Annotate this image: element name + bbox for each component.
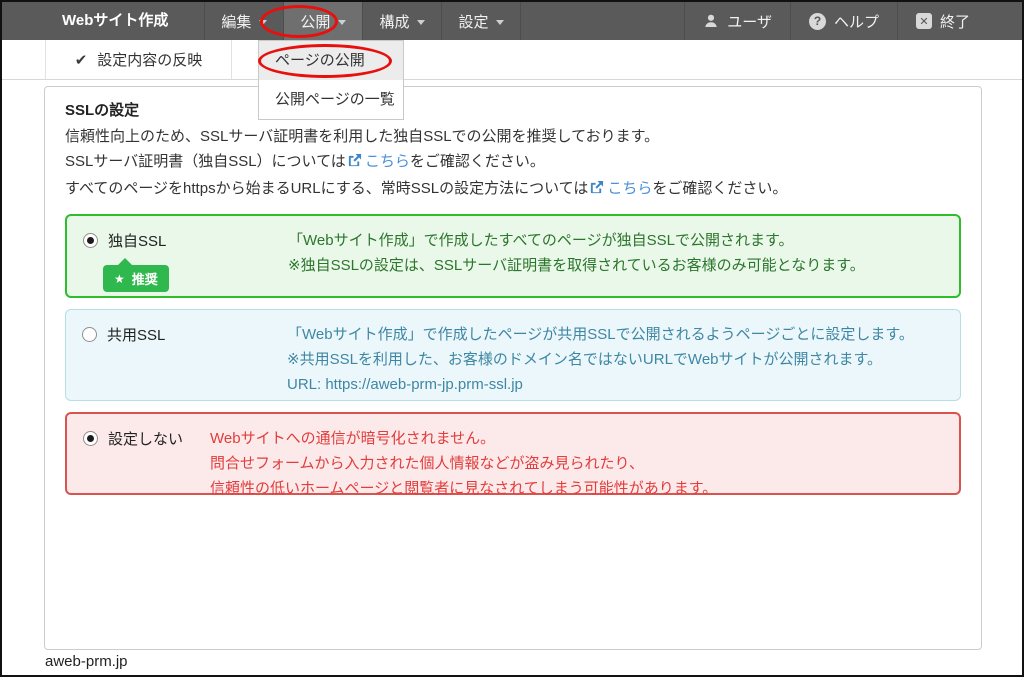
- footer-domain: aweb-prm.jp: [45, 653, 128, 670]
- option-no-ssl-label-col: 設定しない: [83, 426, 210, 481]
- intro-line-1: 信頼性向上のため、SSLサーバ証明書を利用した独自SSLでの公開を推奨しておりま…: [65, 124, 961, 149]
- intro-text: 信頼性向上のため、SSLサーバ証明書を利用した独自SSLでの公開を推奨しておりま…: [65, 124, 961, 203]
- star-icon: ★: [114, 272, 125, 286]
- apply-settings-label: 設定内容の反映: [97, 49, 202, 70]
- intro-line-3-post: をご確認ください。: [652, 180, 787, 197]
- intro-line-3: すべてのページをhttpsから始まるURLにする、常時SSLの設定方法については…: [65, 176, 961, 203]
- menu-edit[interactable]: 編集: [204, 2, 283, 40]
- chevron-down-icon: [338, 20, 346, 25]
- shared-ssl-desc-line-2: ※共用SSLを利用した、お客様のドメイン名ではないURLでWebサイトが公開され…: [287, 347, 914, 372]
- intro-line-2-pre: SSLサーバ証明書（独自SSL）については: [65, 153, 346, 170]
- menubar: Webサイト作成 編集 公開 構成 設定 ユーザ: [2, 2, 1022, 40]
- no-ssl-desc-line-1: Webサイトへの通信が暗号化されません。: [210, 426, 717, 451]
- menu-user-label: ユーザ: [727, 11, 772, 32]
- external-link-icon: [347, 151, 362, 176]
- own-ssl-desc-line-1: 「Webサイト作成」で作成したすべてのページが独自SSLで公開されます。: [288, 228, 865, 253]
- own-ssl-radio[interactable]: [83, 233, 98, 248]
- no-ssl-label: 設定しない: [108, 428, 183, 449]
- shared-ssl-url: URL: https://aweb-prm-jp.prm-ssl.jp: [287, 372, 914, 397]
- ssl-settings-panel: SSLの設定 信頼性向上のため、SSLサーバ証明書を利用した独自SSLでの公開を…: [44, 86, 982, 650]
- menu-structure[interactable]: 構成: [362, 2, 441, 40]
- external-link-icon: [589, 178, 604, 203]
- menu-help-label: ヘルプ: [834, 11, 879, 32]
- panel-title: SSLの設定: [65, 99, 961, 120]
- menu-exit-label: 終了: [940, 11, 970, 32]
- menu-edit-label: 編集: [221, 11, 251, 32]
- recommended-badge: ★ 推奨: [103, 265, 169, 292]
- close-icon: ✕: [916, 13, 932, 29]
- menu-publish[interactable]: 公開: [283, 2, 362, 40]
- sub-toolbar: ✔ 設定内容の反映: [2, 40, 1022, 80]
- chevron-down-icon: [259, 20, 267, 25]
- menu-help[interactable]: ? ヘルプ: [790, 2, 897, 40]
- option-no-ssl: 設定しない Webサイトへの通信が暗号化されません。 問合せフォームから入力され…: [65, 412, 961, 495]
- shared-ssl-description: 「Webサイト作成」で作成したページが共用SSLで公開されるようページごとに設定…: [287, 322, 914, 388]
- menu-exit[interactable]: ✕ 終了: [897, 2, 1022, 40]
- menu-settings-label: 設定: [458, 11, 488, 32]
- kochira-link-1[interactable]: こちら: [365, 153, 410, 170]
- apply-settings-button[interactable]: ✔ 設定内容の反映: [45, 40, 232, 79]
- option-own-ssl: 独自SSL ★ 推奨 「Webサイト作成」で作成したすべてのページが独自SSLで…: [65, 214, 961, 298]
- option-own-ssl-label-col: 独自SSL ★ 推奨: [83, 228, 288, 284]
- shared-ssl-radio[interactable]: [82, 327, 97, 342]
- own-ssl-desc-line-2: ※独自SSLの設定は、SSLサーバ証明書を取得されているお客様のみ可能となります…: [288, 253, 865, 278]
- check-icon: ✔: [75, 51, 88, 69]
- intro-line-2-post: をご確認ください。: [410, 153, 545, 170]
- menu-publish-label: 公開: [300, 11, 330, 32]
- option-shared-ssl-label-col: 共用SSL: [82, 322, 287, 388]
- no-ssl-desc-line-3: 信頼性の低いホームページと閲覧者に見なされてしまう可能性があります。: [210, 476, 717, 501]
- own-ssl-label: 独自SSL: [108, 230, 166, 251]
- app-title: Webサイト作成: [2, 2, 204, 40]
- option-shared-ssl: 共用SSL 「Webサイト作成」で作成したページが共用SSLで公開されるようペー…: [65, 309, 961, 401]
- menubar-spacer: [521, 2, 684, 40]
- menu-user[interactable]: ユーザ: [684, 2, 790, 40]
- user-icon: [703, 13, 719, 29]
- help-icon: ?: [809, 13, 826, 30]
- kochira-link-2[interactable]: こちら: [607, 180, 652, 197]
- intro-line-2: SSLサーバ証明書（独自SSL）については こちらをご確認ください。: [65, 149, 961, 176]
- intro-line-3-pre: すべてのページをhttpsから始まるURLにする、常時SSLの設定方法については: [65, 180, 588, 197]
- menu-settings[interactable]: 設定: [441, 2, 521, 40]
- chevron-down-icon: [417, 20, 425, 25]
- publish-dropdown: ページの公開 公開ページの一覧: [258, 40, 404, 120]
- shared-ssl-desc-line-1: 「Webサイト作成」で作成したページが共用SSLで公開されるようページごとに設定…: [287, 322, 914, 347]
- app-window: Webサイト作成 編集 公開 構成 設定 ユーザ: [0, 0, 1024, 677]
- no-ssl-description: Webサイトへの通信が暗号化されません。 問合せフォームから入力された個人情報な…: [210, 426, 717, 481]
- no-ssl-desc-line-2: 問合せフォームから入力された個人情報などが盗み見られたり、: [210, 451, 717, 476]
- chevron-down-icon: [496, 20, 504, 25]
- shared-ssl-label: 共用SSL: [107, 324, 165, 345]
- no-ssl-radio[interactable]: [83, 431, 98, 446]
- own-ssl-description: 「Webサイト作成」で作成したすべてのページが独自SSLで公開されます。 ※独自…: [288, 228, 865, 284]
- recommended-badge-label: 推奨: [132, 269, 158, 288]
- menu-structure-label: 構成: [379, 11, 409, 32]
- menu-item-publish-page[interactable]: ページの公開: [259, 41, 403, 80]
- menu-item-published-pages-list[interactable]: 公開ページの一覧: [259, 80, 403, 119]
